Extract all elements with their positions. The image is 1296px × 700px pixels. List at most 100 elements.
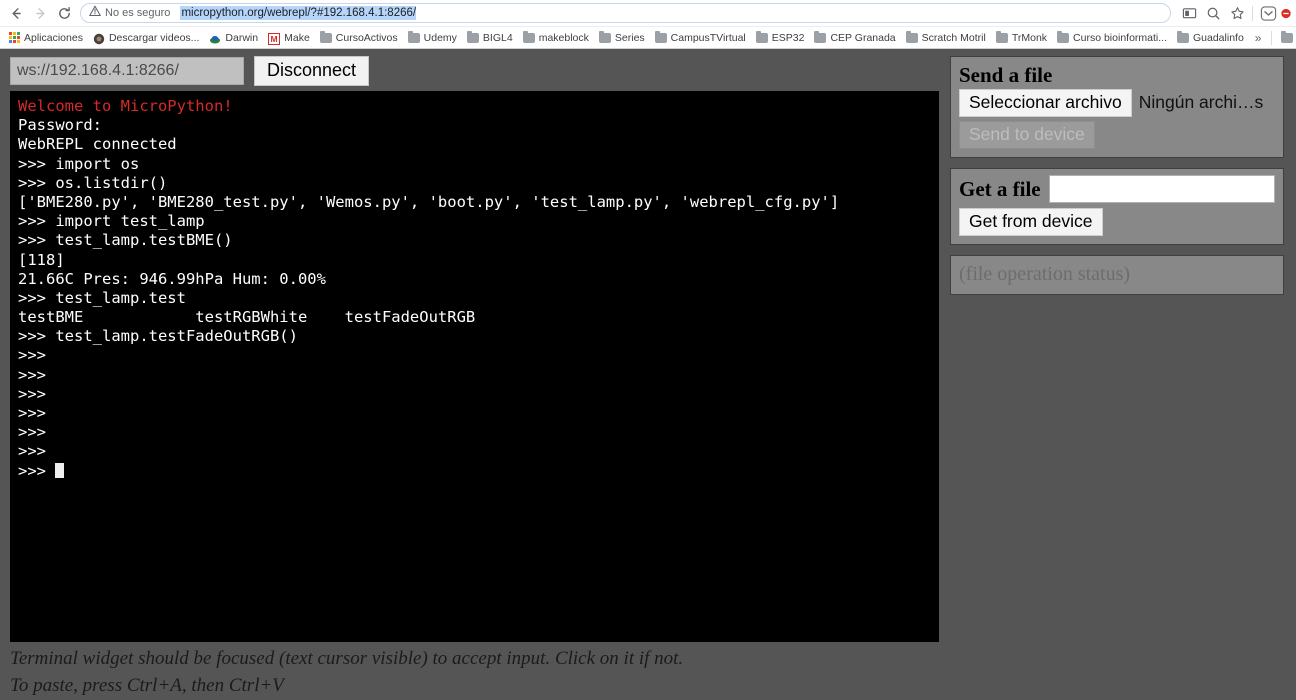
bookmarks-divider: [1271, 30, 1273, 45]
bookmark-label: Descargar videos...: [108, 31, 200, 44]
bookmark-item-overflow[interactable]: [1276, 29, 1296, 47]
folder-icon: [319, 30, 332, 43]
get-file-row: Get a file: [959, 174, 1275, 203]
url-text[interactable]: micropython.org/webrepl/?#192.168.4.1:82…: [180, 6, 417, 20]
terminal-line: >>>: [18, 442, 46, 461]
terminal-line: >>> os.listdir(): [18, 173, 168, 192]
bookmark-item[interactable]: TrMonk: [991, 29, 1052, 47]
folder-icon: [522, 30, 535, 43]
folder-icon: [654, 30, 667, 43]
bookmark-label: Aplicaciones: [24, 31, 83, 44]
folder-icon: [598, 30, 611, 43]
terminal-line: >>>: [18, 365, 46, 384]
bookmark-item[interactable]: ESP32: [751, 29, 810, 47]
terminal-line: >>>: [18, 384, 46, 403]
folder-icon: [995, 30, 1008, 43]
repl-terminal[interactable]: Welcome to MicroPython! Password: WebREPL …: [10, 91, 939, 642]
chosen-file-label: Ningún archi…s: [1138, 92, 1264, 113]
get-file-panel: Get a file Get from device: [950, 167, 1284, 245]
send-file-title: Send a file: [959, 63, 1053, 87]
bookmark-item[interactable]: Udemy: [403, 29, 462, 47]
bookmark-label: Guadalinfo: [1193, 31, 1244, 44]
get-file-title: Get a file: [959, 176, 1041, 201]
terminal-line: >>>: [18, 462, 939, 481]
cast-icon[interactable]: [1177, 2, 1201, 24]
get-file-name-input[interactable]: [1048, 174, 1275, 203]
video-download-icon: [93, 32, 105, 44]
terminal-line: >>> test_lamp.testFadeOutRGB(): [18, 327, 298, 346]
bookmark-item[interactable]: Series: [594, 29, 650, 47]
svg-text:M: M: [271, 34, 278, 44]
bookmarks-overflow-icon[interactable]: »: [1249, 31, 1268, 45]
send-to-device-button: Send to device: [959, 120, 1095, 149]
not-secure-warning-icon: [89, 4, 101, 22]
send-file-panel: Send a file Seleccionar archivo Ningún a…: [950, 56, 1284, 158]
bookmark-label: ESP32: [771, 31, 805, 44]
bookmark-label: TrMonk: [1011, 31, 1048, 44]
folder-icon: [1057, 30, 1070, 43]
bookmark-label: Scratch Motril: [921, 31, 986, 44]
websocket-url-input[interactable]: [10, 57, 244, 85]
bookmark-label: Udemy: [423, 31, 457, 44]
file-status-panel: (file operation status): [950, 254, 1284, 295]
bookmark-item[interactable]: Scratch Motril: [901, 29, 991, 47]
folder-icon: [905, 30, 918, 43]
security-status[interactable]: No es seguro: [89, 4, 170, 22]
address-bar[interactable]: No es seguro micropython.org/webrepl/?#1…: [80, 3, 1171, 23]
bookmark-label: CEP Granada: [830, 31, 896, 44]
connection-row: Disconnect: [10, 56, 940, 86]
bookmark-item[interactable]: CursoActivos: [315, 29, 403, 47]
folder-icon: [755, 30, 768, 43]
terminal-line: >>>: [18, 423, 46, 442]
bookmark-item[interactable]: Darwin: [204, 29, 263, 47]
terminal-line: >>> import os: [18, 154, 140, 173]
terminal-column: Disconnect Welcome to MicroPython!Passwo…: [10, 56, 940, 642]
bookmark-item[interactable]: Aplicaciones: [4, 29, 88, 47]
bookmark-item[interactable]: Guadalinfo: [1172, 29, 1249, 47]
not-secure-label: No es seguro: [105, 7, 171, 19]
apps-grid-icon: [9, 32, 20, 43]
adblock-extension-icon[interactable]: [1280, 2, 1292, 24]
folder-icon: [407, 30, 420, 43]
pocket-extension-icon[interactable]: [1256, 2, 1280, 24]
terminal-hint-text: Terminal widget should be focused (text …: [10, 645, 683, 699]
bookmark-item[interactable]: BIGL4: [462, 29, 518, 47]
get-from-device-button[interactable]: Get from device: [959, 207, 1103, 236]
zoom-search-icon[interactable]: [1201, 2, 1225, 24]
darwin-icon: [209, 32, 221, 44]
bookmark-item[interactable]: Curso bioinformati...: [1052, 29, 1172, 47]
file-operation-status: (file operation status): [959, 262, 1131, 285]
terminal-line: >>>: [18, 346, 46, 365]
folder-icon: [466, 30, 479, 43]
terminal-line: >>> test_lamp.test: [18, 288, 186, 307]
bookmark-label: BIGL4: [482, 31, 513, 44]
terminal-line: WebREPL connected: [18, 135, 177, 154]
bookmark-label: CampusTVirtual: [670, 31, 746, 44]
terminal-line: ['BME280.py', 'BME280_test.py', 'Wemos.p…: [18, 192, 840, 211]
bookmark-star-icon[interactable]: [1225, 2, 1249, 24]
file-operations-column: Send a file Seleccionar archivo Ningún a…: [950, 56, 1284, 305]
bookmark-item[interactable]: Descargar videos...: [88, 29, 204, 47]
terminal-line: Welcome to MicroPython!: [18, 97, 233, 115]
browser-toolbar: No es seguro micropython.org/webrepl/?#1…: [0, 0, 1296, 26]
bookmark-item[interactable]: CampusTVirtual: [650, 29, 751, 47]
choose-file-button[interactable]: Seleccionar archivo: [959, 89, 1132, 117]
terminal-line: >>>: [18, 404, 46, 422]
folder-icon: [1281, 30, 1294, 43]
webrepl-page: Disconnect Welcome to MicroPython!Passwo…: [0, 49, 1296, 699]
bookmark-label: makeblock: [538, 31, 589, 44]
make-icon: M: [268, 32, 281, 45]
terminal-line: Password:: [18, 116, 102, 135]
terminal-line: >>> import test_lamp: [18, 212, 205, 231]
terminal-line: [118]: [18, 250, 65, 269]
hint-line-1: Terminal widget should be focused (text …: [10, 648, 684, 669]
reload-icon[interactable]: [52, 2, 76, 24]
back-arrow-icon[interactable]: [4, 2, 28, 24]
bookmark-item[interactable]: M Make: [263, 29, 315, 47]
bookmark-item[interactable]: CEP Granada: [809, 29, 900, 47]
bookmark-label: CursoActivos: [335, 31, 398, 44]
bookmark-label: Curso bioinformati...: [1073, 31, 1167, 44]
disconnect-button[interactable]: Disconnect: [254, 56, 370, 86]
bookmark-item[interactable]: makeblock: [518, 29, 594, 47]
bookmark-label: Make: [284, 31, 310, 44]
